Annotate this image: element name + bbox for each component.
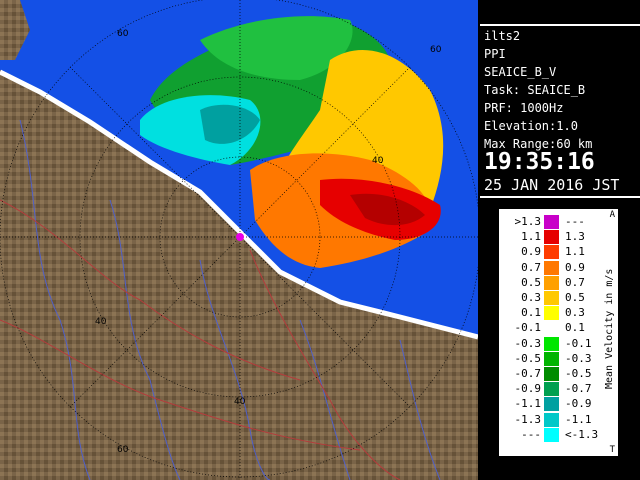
dataset-name: SEAICE_B_V	[484, 65, 557, 79]
radar-display: 60 60 40 40 40 60 ilts2 PPI SEAICE_B_V T…	[0, 0, 640, 480]
scan-date: 25 JAN 2016 JST	[484, 176, 620, 194]
legend-lower-bound: 1.1	[521, 230, 541, 244]
legend-upper-bound: <-1.3	[565, 427, 599, 441]
legend-swatch	[544, 306, 559, 321]
legend-lower-bound: >1.3	[514, 215, 542, 228]
legend-swatch	[544, 321, 559, 336]
legend-lower-bound: 0.5	[521, 275, 541, 289]
legend-upper-bound: 1.1	[565, 245, 585, 259]
divider	[480, 24, 640, 26]
legend-row: -1.1 -0.9	[499, 397, 618, 412]
legend-row: 0.5 0.7	[499, 275, 618, 290]
legend-upper-bound: 1.3	[565, 230, 585, 244]
legend-title: Mean Velocity in m/s	[604, 268, 615, 389]
range-label: 40	[234, 397, 246, 407]
range-label: 60	[117, 445, 129, 455]
legend-lower-bound: -0.3	[514, 336, 542, 350]
legend-row: -0.9 -0.7	[499, 382, 618, 397]
range-label: 40	[372, 156, 384, 166]
legend-swatch	[544, 275, 559, 290]
prf-value: PRF: 1000Hz	[484, 101, 564, 115]
legend-upper-bound: 0.5	[565, 291, 585, 304]
legend-lower-bound: 0.1	[521, 306, 541, 320]
info-panel: ilts2 PPI SEAICE_B_V Task: SEAICE_B PRF:…	[480, 24, 640, 198]
legend-row: 1.1 1.3	[499, 230, 618, 245]
legend-row: 0.7 0.9	[499, 260, 618, 275]
legend-lower-bound: 0.7	[521, 260, 541, 274]
legend-swatch	[544, 215, 559, 229]
legend-swatch	[544, 230, 559, 245]
legend-row: -1.3 -1.1	[499, 412, 618, 427]
legend-swatch	[544, 351, 559, 366]
legend-swatch	[544, 382, 559, 397]
legend-lower-bound: -0.9	[514, 382, 542, 396]
legend-swatch	[544, 336, 559, 351]
velocity-legend: >1.3 --- 1.1 1.3 0.9 1.1 0.7 0.9 0.5 0.7 0.3 0.5 0.1…	[497, 207, 620, 458]
legend-lower-bound: -0.7	[514, 367, 542, 380]
legend-row: 0.9 1.1	[499, 245, 618, 260]
legend-upper-bound: -0.9	[565, 397, 592, 411]
legend-upper-bound: 0.7	[565, 275, 585, 289]
legend-swatch	[544, 291, 559, 305]
legend-upper-bound: 0.1	[565, 321, 585, 335]
legend-upper-bound: 0.3	[565, 306, 585, 320]
legend-row: 0.1 0.3	[499, 306, 618, 321]
range-label: 60	[117, 29, 129, 39]
legend-swatch	[544, 367, 559, 381]
divider	[480, 196, 640, 198]
legend-swatch	[544, 245, 559, 260]
legend-upper-bound: -0.3	[565, 351, 592, 365]
legend-row: 0.3 0.5	[499, 291, 618, 305]
legend-swatch	[544, 260, 559, 275]
legend-mark-bottom: T	[609, 445, 615, 455]
legend-lower-bound: -1.3	[514, 412, 542, 426]
product-type: PPI	[484, 47, 506, 61]
radar-ppi-map[interactable]: 60 60 40 40 40 60	[0, 0, 478, 480]
legend-row: -0.3 -0.1	[499, 336, 618, 351]
legend-lower-bound: ---	[521, 427, 541, 441]
legend-swatch	[544, 412, 559, 427]
legend-lower-bound: -0.1	[514, 321, 542, 335]
legend-row: -0.7 -0.5	[499, 367, 618, 381]
legend-lower-bound: -0.5	[514, 351, 542, 365]
legend-upper-bound: ---	[565, 215, 585, 228]
legend-upper-bound: -0.1	[565, 336, 592, 350]
legend-lower-bound: -1.1	[514, 397, 542, 411]
task-name: Task: SEAICE_B	[484, 83, 586, 97]
legend-upper-bound: 0.9	[565, 260, 585, 274]
site-name: ilts2	[484, 29, 521, 43]
legend-mark-top: A	[609, 210, 615, 220]
legend-row: -0.1 0.1	[499, 321, 618, 336]
legend-lower-bound: 0.3	[521, 291, 541, 304]
legend-upper-bound: -0.7	[565, 382, 592, 396]
elevation-value: Elevation:1.0	[484, 119, 578, 133]
legend-upper-bound: -1.1	[565, 412, 592, 426]
legend-swatch	[544, 397, 559, 412]
legend-lower-bound: 0.9	[521, 245, 541, 259]
legend-swatch	[544, 427, 559, 442]
legend-upper-bound: -0.5	[565, 367, 592, 380]
range-label: 40	[95, 317, 107, 327]
legend-row: >1.3 ---	[499, 215, 618, 229]
legend-row: --- <-1.3	[499, 427, 618, 442]
range-label: 60	[430, 45, 442, 55]
scan-time: 19:35:16	[484, 149, 595, 175]
legend-row: -0.5 -0.3	[499, 351, 618, 366]
radar-site-marker	[236, 233, 244, 241]
